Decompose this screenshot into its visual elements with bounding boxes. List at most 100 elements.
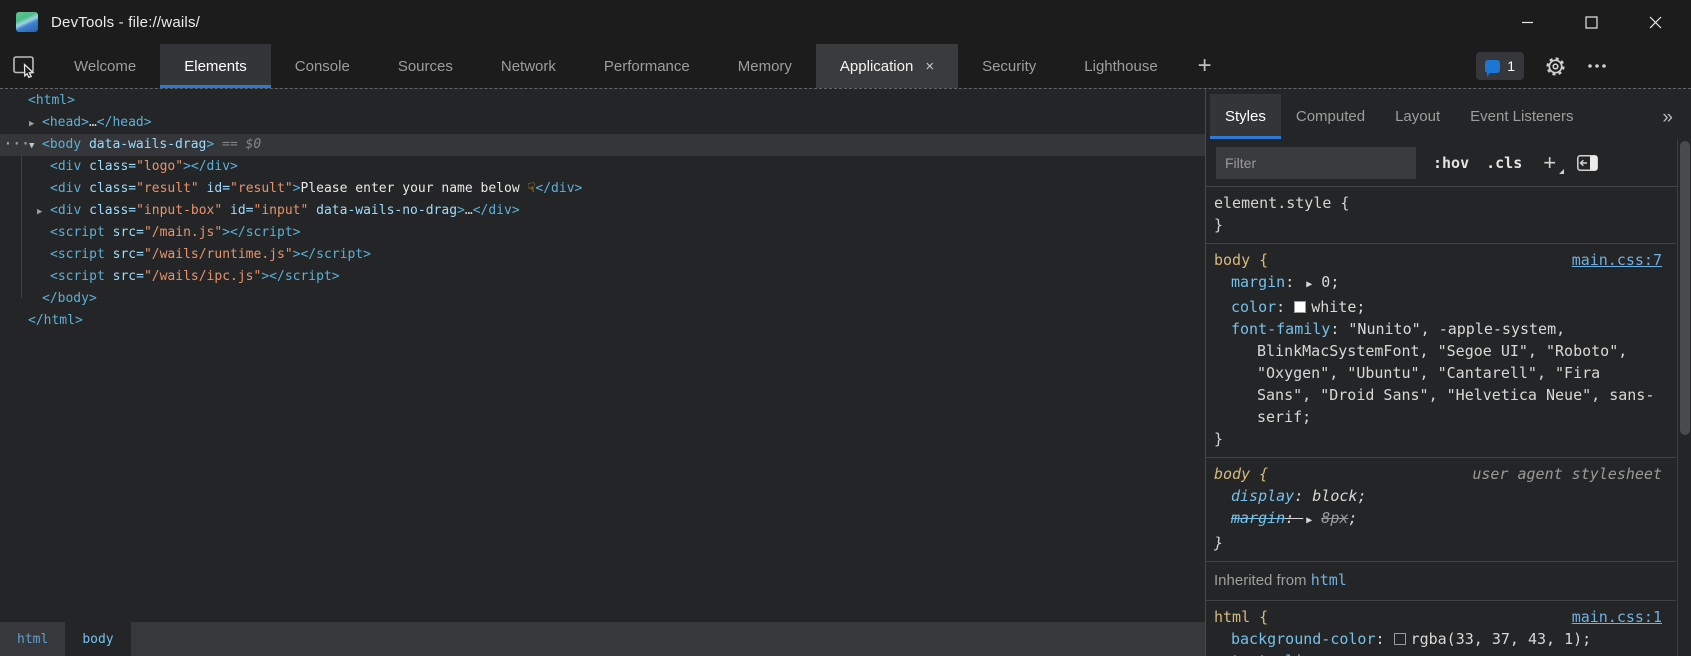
property-semicolon: ; bbox=[1582, 630, 1591, 648]
computed-sidebar-toggle-button[interactable] bbox=[1577, 155, 1598, 171]
sidebar-tab-layout[interactable]: Layout bbox=[1380, 94, 1455, 139]
collapsed-arrow-icon[interactable]: ▶ bbox=[37, 201, 50, 223]
toolbar-tabs: Welcome ElementsConsoleSources Network Perf… bbox=[50, 44, 1182, 88]
tab-label: Welcome bbox=[74, 58, 136, 75]
tab-elements[interactable]: Elements bbox=[160, 44, 271, 88]
rule-selector[interactable]: body { bbox=[1214, 249, 1268, 271]
tab-security[interactable]: Security bbox=[958, 44, 1060, 88]
dom-row[interactable]: </body> bbox=[0, 288, 1205, 310]
dom-row[interactable]: <script src="/wails/ipc.js"></script> bbox=[0, 266, 1205, 288]
dom-row[interactable]: ▶<div class="input-box" id="input" data-… bbox=[0, 200, 1205, 222]
css-property-margin[interactable]: margin: ▶ 8px; bbox=[1214, 507, 1662, 532]
sidebar-toggle-icon bbox=[1577, 155, 1598, 171]
css-property-font-family[interactable]: font-family: "Nunito", -apple-system, Bl… bbox=[1214, 318, 1662, 428]
tab-memory[interactable]: Memory bbox=[714, 44, 816, 88]
dom-token-tag: </div> bbox=[473, 203, 520, 218]
close-window-button[interactable] bbox=[1623, 0, 1687, 44]
property-name: margin bbox=[1231, 509, 1285, 527]
tab-label: Network bbox=[501, 58, 556, 75]
inspect-element-button[interactable] bbox=[0, 44, 50, 88]
color-swatch[interactable] bbox=[1294, 301, 1306, 313]
property-semicolon: ; bbox=[1302, 408, 1311, 426]
breadcrumb-item-html[interactable]: html bbox=[0, 622, 65, 656]
tab-performance[interactable]: Performance bbox=[580, 44, 714, 88]
sidebar-tab-computed[interactable]: Computed bbox=[1281, 94, 1380, 139]
styles-filter-input[interactable] bbox=[1216, 147, 1416, 179]
rule-selector[interactable]: element.style { bbox=[1214, 192, 1349, 214]
dom-token-tag: ></script> bbox=[222, 225, 300, 240]
rule-header: element.style { bbox=[1214, 192, 1662, 214]
breadcrumb-item-body[interactable]: body bbox=[65, 622, 130, 656]
expand-arrow-icon[interactable]: ▶ bbox=[1303, 279, 1321, 290]
rule-close-brace: } bbox=[1214, 532, 1662, 554]
tab-application[interactable]: Application× bbox=[816, 44, 958, 88]
elements-panel: <html>▶<head>…</head>···▼<body data-wail… bbox=[0, 89, 1205, 656]
dom-row[interactable]: <script src="/main.js"></script> bbox=[0, 222, 1205, 244]
overflow-dots-icon[interactable]: ··· bbox=[4, 134, 30, 156]
maximize-button[interactable] bbox=[1559, 0, 1623, 44]
dom-token-attr: data-wails-drag bbox=[81, 137, 206, 152]
dom-row[interactable]: <div class="result" id="result">Please e… bbox=[0, 178, 1205, 200]
dom-token-value: "result" bbox=[136, 181, 199, 196]
tab-close-icon[interactable]: × bbox=[923, 58, 934, 75]
class-toggle[interactable]: .cls bbox=[1486, 154, 1522, 172]
styles-filter-row: :hov .cls + bbox=[1206, 139, 1677, 187]
new-style-rule-button[interactable]: + bbox=[1539, 150, 1560, 176]
dom-token-tag: </html> bbox=[28, 313, 83, 328]
sidebar-tab-styles[interactable]: Styles bbox=[1210, 94, 1281, 139]
devtools-logo-icon bbox=[16, 12, 38, 32]
css-property-background-color[interactable]: background-color: rgba(33, 37, 43, 1); bbox=[1214, 628, 1662, 650]
rule-selector[interactable]: body { bbox=[1214, 463, 1268, 485]
styles-rules-list: element.style {} body { main.css:7 margin: … bbox=[1206, 187, 1676, 656]
expand-arrow-icon[interactable]: ▶ bbox=[1303, 515, 1321, 526]
more-options-button[interactable] bbox=[1587, 63, 1607, 69]
dom-token-value: "/main.js" bbox=[144, 225, 222, 240]
tab-label: Lighthouse bbox=[1084, 58, 1157, 75]
stylesheet-link[interactable]: main.css:7 bbox=[1572, 251, 1662, 269]
user-agent-label: user agent stylesheet bbox=[1472, 465, 1662, 483]
tab-welcome[interactable]: Welcome bbox=[50, 44, 160, 88]
inherited-target-link[interactable]: html bbox=[1311, 571, 1347, 589]
dom-token-tag: </div> bbox=[535, 181, 582, 196]
expanded-arrow-icon[interactable]: ▼ bbox=[29, 135, 42, 157]
sidebar-overflow-button[interactable]: » bbox=[1662, 107, 1691, 139]
tab-console[interactable]: Console bbox=[271, 44, 374, 88]
color-swatch[interactable] bbox=[1394, 633, 1406, 645]
property-name: text-align bbox=[1231, 652, 1321, 656]
property-name: display bbox=[1231, 487, 1294, 505]
rule-header: html { main.css:1 bbox=[1214, 606, 1662, 628]
tab-sources[interactable]: Sources bbox=[374, 44, 477, 88]
dom-token-attr: id= bbox=[199, 181, 230, 196]
dom-token-tag: ></script> bbox=[293, 247, 371, 262]
property-name: color bbox=[1231, 298, 1276, 316]
styles-scrollbar[interactable] bbox=[1677, 139, 1691, 656]
tab-network[interactable]: Network bbox=[477, 44, 580, 88]
more-tabs-button[interactable]: + bbox=[1182, 44, 1228, 88]
style-rule-html: html { main.css:1 background-color: rgba(3… bbox=[1206, 601, 1676, 656]
sidebar-tab-event-listeners[interactable]: Event Listeners bbox=[1455, 94, 1588, 139]
property-semicolon: ; bbox=[1357, 487, 1366, 505]
dom-row[interactable]: </html> bbox=[0, 310, 1205, 332]
rule-selector[interactable]: html { bbox=[1214, 606, 1268, 628]
dom-row[interactable]: <html> bbox=[0, 90, 1205, 112]
minimize-button[interactable] bbox=[1495, 0, 1559, 44]
scrollbar-thumb[interactable] bbox=[1680, 141, 1690, 435]
dom-row[interactable]: <div class="logo"></div> bbox=[0, 156, 1205, 178]
dom-row[interactable]: <script src="/wails/runtime.js"></script… bbox=[0, 244, 1205, 266]
dom-row[interactable]: ▶<head>…</head> bbox=[0, 112, 1205, 134]
css-property-color[interactable]: color: white; bbox=[1214, 296, 1662, 318]
dom-row[interactable]: ···▼<body data-wails-drag> == $0 bbox=[0, 134, 1205, 156]
settings-button[interactable] bbox=[1544, 55, 1567, 78]
tab-lighthouse[interactable]: Lighthouse bbox=[1060, 44, 1181, 88]
collapsed-arrow-icon[interactable]: ▶ bbox=[29, 113, 42, 135]
dom-token-meta: == $0 bbox=[214, 137, 261, 152]
css-property-display[interactable]: display: block; bbox=[1214, 485, 1662, 507]
css-property-text-align[interactable]: text-align: bbox=[1214, 650, 1662, 656]
dom-token-tag: <head> bbox=[42, 115, 89, 130]
pseudo-state-toggle[interactable]: :hov bbox=[1433, 154, 1469, 172]
styles-sidebar: StylesComputedLayoutEvent Listeners » :h… bbox=[1205, 89, 1691, 656]
css-property-margin[interactable]: margin: ▶ 0; bbox=[1214, 271, 1662, 296]
main-split: <html>▶<head>…</head>···▼<body data-wail… bbox=[0, 88, 1691, 656]
issues-counter[interactable]: 1 bbox=[1476, 52, 1524, 80]
stylesheet-link[interactable]: main.css:1 bbox=[1572, 608, 1662, 626]
